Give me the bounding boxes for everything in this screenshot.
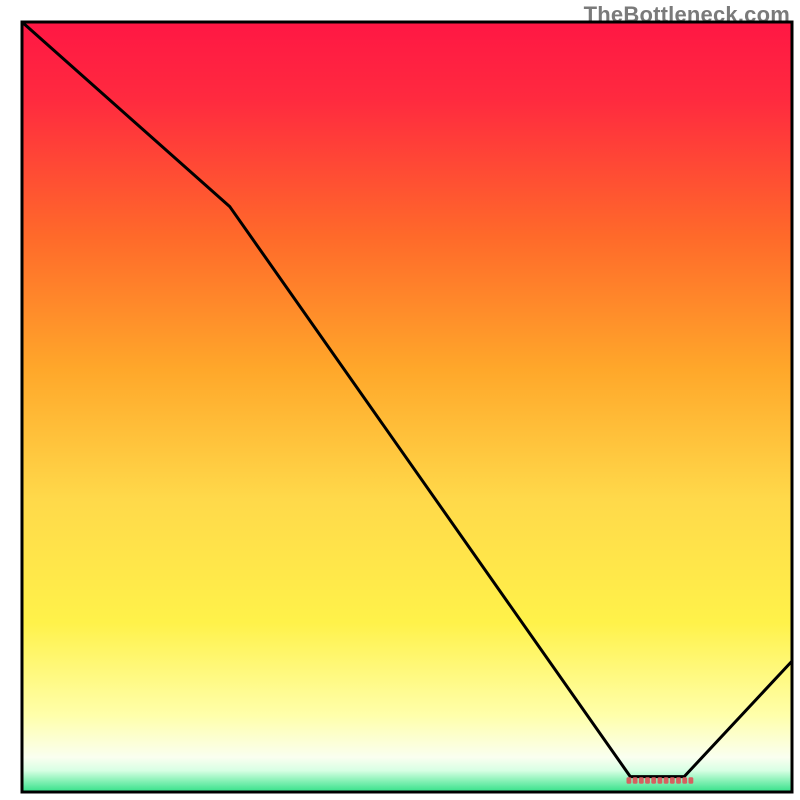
chart-stage: TheBottleneck.com [0,0,800,800]
heat-gradient-background [22,22,792,792]
optimal-range-marker [627,777,694,783]
plot-svg [0,0,800,800]
